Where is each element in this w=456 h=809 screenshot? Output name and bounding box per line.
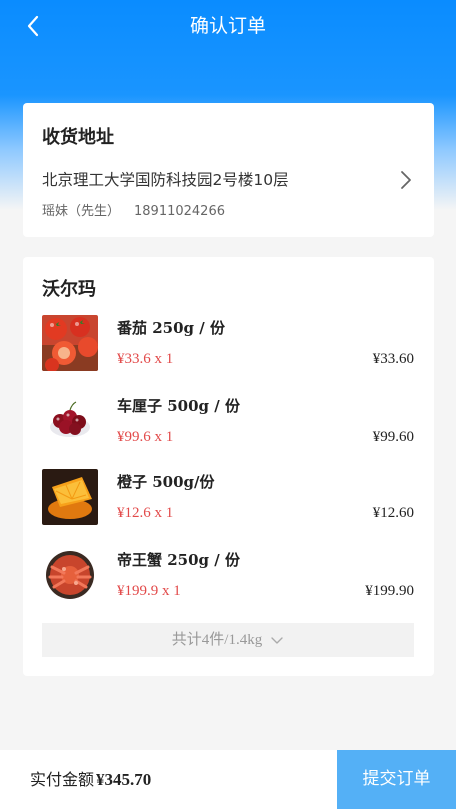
items-summary: 共计4件/1.4kg bbox=[171, 632, 263, 648]
address-contact: 瑶妹（先生） 18911024266 bbox=[42, 200, 225, 219]
king-crab-image bbox=[42, 547, 98, 603]
item-unit-price: ¥99.6 x 1 bbox=[117, 429, 174, 445]
address-line: 北京理工大学国防科技园2号楼10层 bbox=[42, 171, 289, 189]
item-total-price: ¥33.60 bbox=[372, 351, 414, 367]
item-total-price: ¥199.90 bbox=[365, 583, 414, 599]
navbar: 确认订单 bbox=[0, 0, 456, 54]
pay-amount: ¥345.70 bbox=[96, 770, 152, 789]
item-unit-price: ¥199.9 x 1 bbox=[117, 583, 181, 599]
payment-summary: 实付金额 ¥345.70 bbox=[30, 750, 151, 809]
order-card: 沃尔玛 番茄 250g / 份 ¥33.6 x 1 ¥33.60 车厘子 500… bbox=[23, 257, 434, 676]
address-card[interactable]: 收货地址 北京理工大学国防科技园2号楼10层 瑶妹（先生） 18911024266 bbox=[23, 103, 434, 237]
tomato-image bbox=[42, 315, 98, 371]
item-total-price: ¥12.60 bbox=[372, 505, 414, 521]
contact-name: 瑶妹（先生） bbox=[42, 204, 121, 219]
submit-order-button[interactable]: 提交订单 bbox=[337, 750, 456, 809]
item-name: 车厘子 500g / 份 bbox=[117, 397, 240, 415]
orange-image bbox=[42, 469, 98, 525]
expand-items-button[interactable]: 共计4件/1.4kg bbox=[42, 623, 414, 657]
chevron-right-icon[interactable] bbox=[398, 169, 414, 191]
item-name: 橙子 500g/份 bbox=[117, 473, 215, 491]
item-name: 帝王蟹 250g / 份 bbox=[117, 551, 240, 569]
item-unit-price: ¥33.6 x 1 bbox=[117, 351, 174, 367]
store-name: 沃尔玛 bbox=[42, 279, 96, 300]
pay-label: 实付金额 bbox=[30, 770, 95, 789]
cherry-image bbox=[42, 393, 98, 449]
order-item: 帝王蟹 250g / 份 ¥199.9 x 1 ¥199.90 bbox=[42, 547, 414, 609]
page-title: 确认订单 bbox=[189, 15, 266, 37]
address-title: 收货地址 bbox=[42, 127, 114, 148]
item-total-price: ¥99.60 bbox=[372, 429, 414, 445]
chevron-down-icon bbox=[271, 636, 283, 644]
item-unit-price: ¥12.6 x 1 bbox=[117, 505, 174, 521]
item-name: 番茄 250g / 份 bbox=[117, 319, 225, 337]
confirm-order-page: 确认订单 收货地址 北京理工大学国防科技园2号楼10层 瑶妹（先生） 189110… bbox=[0, 0, 456, 809]
order-item: 车厘子 500g / 份 ¥99.6 x 1 ¥99.60 bbox=[42, 393, 414, 455]
order-item: 番茄 250g / 份 ¥33.6 x 1 ¥33.60 bbox=[42, 315, 414, 377]
contact-phone: 18911024266 bbox=[134, 204, 225, 219]
order-item: 橙子 500g/份 ¥12.6 x 1 ¥12.60 bbox=[42, 469, 414, 531]
checkout-footer: 实付金额 ¥345.70 提交订单 bbox=[0, 750, 456, 809]
